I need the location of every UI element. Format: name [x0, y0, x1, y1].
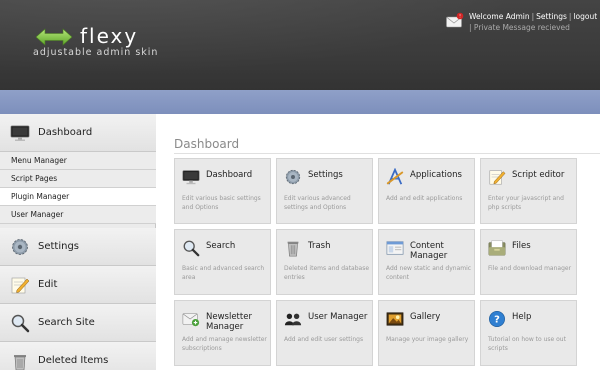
sidebar-subitem-script-pages[interactable]: Script Pages — [0, 170, 156, 188]
svg-text:?: ? — [494, 315, 500, 326]
trash-icon — [287, 241, 299, 257]
monitor-icon — [182, 170, 200, 185]
tile-newsletter-manager[interactable]: Newsletter Manager Add and manage newsle… — [174, 300, 271, 366]
blue-bar — [0, 90, 600, 114]
tile-title: Settings — [308, 170, 343, 180]
tile-description: Tutorial on how to use out scripts — [488, 336, 566, 352]
trash-icon — [14, 354, 26, 370]
tile-files[interactable]: Files File and download manager — [480, 229, 577, 295]
settings-link[interactable]: Settings — [536, 12, 567, 21]
tile-title: Gallery — [410, 312, 441, 322]
tile-user-manager[interactable]: User Manager Add and edit user settings — [276, 300, 373, 366]
search-icon — [183, 240, 200, 257]
tile-title: Dashboard — [206, 170, 253, 180]
tile-dashboard[interactable]: Dashboard Edit various basic settings an… — [174, 158, 271, 224]
tile-description: Deleted items and database entries — [284, 265, 370, 281]
private-message-notice[interactable]: | Private Message recieved — [469, 23, 570, 32]
tile-description: Edit various basic settings and Options — [182, 195, 261, 211]
sidebar-item-deleted[interactable]: Deleted Items — [0, 342, 156, 370]
sidebar-item-search[interactable]: Search Site — [0, 304, 156, 342]
sidebar-item-label: Deleted Items — [38, 355, 109, 366]
sidebar-item-dashboard[interactable]: Dashboard — [0, 114, 156, 152]
search-icon — [11, 314, 30, 332]
pencil-icon — [489, 170, 506, 185]
nav-separator: | — [568, 12, 572, 21]
applications-icon — [386, 168, 404, 185]
sidebar-item-label: Settings — [38, 241, 80, 252]
page-title: Dashboard — [174, 137, 240, 151]
gallery-icon — [386, 312, 404, 326]
tile-search[interactable]: Search Basic and advanced search area — [174, 229, 271, 295]
tile-description: Edit various advanced settings and Optio… — [284, 195, 351, 211]
monitor-icon — [10, 125, 30, 141]
tile-title: User Manager — [308, 312, 368, 322]
edit-icon — [11, 277, 30, 293]
sidebar: Dashboard Menu Manager Script Pages Plug… — [0, 114, 156, 370]
tile-description: Enter your javascript and php scripts — [488, 195, 564, 211]
tile-description: Add new static and dynamic content — [386, 265, 472, 281]
tile-title: Files — [512, 241, 531, 251]
sidebar-item-label: Search Site — [38, 317, 95, 328]
tile-settings[interactable]: Settings Edit various advanced settings … — [276, 158, 373, 224]
sidebar-item-label: Edit — [38, 279, 58, 290]
content-icon — [386, 241, 404, 255]
private-message-text: Private Message recieved — [473, 23, 570, 32]
tile-title: Script editor — [512, 170, 565, 180]
tile-applications[interactable]: Applications Add and edit applications — [378, 158, 475, 224]
tile-script-editor[interactable]: Script editor Enter your javascript and … — [480, 158, 577, 224]
gear-icon — [285, 169, 301, 185]
tile-description: Add and edit user settings — [284, 336, 364, 343]
brand-tagline: adjustable admin skin — [33, 47, 159, 58]
mail-icon[interactable]: ! — [446, 12, 464, 30]
tile-gallery[interactable]: Gallery Manage your image gallery — [378, 300, 475, 366]
newsletter-icon — [182, 313, 200, 327]
tile-description: Add and manage newsletter subscriptions — [182, 336, 267, 352]
tile-description: Manage your image gallery — [386, 336, 469, 343]
tile-description: Add and edit applications — [386, 195, 463, 202]
tile-content-manager[interactable]: Content Manager Add new static and dynam… — [378, 229, 475, 295]
tile-title: Help — [512, 312, 532, 322]
header: flexy adjustable admin skin ! Welcome Ad… — [0, 0, 600, 90]
sidebar-item-edit[interactable]: Edit — [0, 266, 156, 304]
tile-help[interactable]: ? Help Tutorial on how to use out script… — [480, 300, 577, 366]
title-divider — [174, 153, 600, 154]
tile-description: File and download manager — [488, 265, 572, 272]
logout-link[interactable]: logout — [573, 12, 597, 21]
svg-text:!: ! — [459, 14, 461, 20]
tile-description: Basic and advanced search area — [182, 265, 265, 281]
gear-icon — [12, 238, 28, 255]
tile-title: Newsletter Manager — [206, 312, 252, 332]
sidebar-subitem-plugin-manager[interactable]: Plugin Manager — [0, 188, 156, 206]
tile-title: Search — [206, 241, 236, 251]
sidebar-item-label: Dashboard — [38, 127, 93, 138]
sidebar-subitem-user-manager[interactable]: User Manager — [0, 206, 156, 224]
users-icon — [284, 313, 302, 326]
sidebar-item-settings[interactable]: Settings — [0, 228, 156, 266]
brand-name: flexy — [80, 24, 139, 48]
welcome-link[interactable]: Welcome Admin — [469, 12, 530, 21]
tile-title: Trash — [308, 241, 331, 251]
tile-trash[interactable]: Trash Deleted items and database entries — [276, 229, 373, 295]
logo-arrow-icon — [36, 28, 72, 46]
tile-title: Content Manager — [410, 241, 448, 261]
top-nav: Welcome Admin | Settings | logout — [469, 12, 597, 21]
files-icon — [488, 240, 506, 256]
tile-title: Applications — [410, 170, 462, 180]
help-icon: ? — [489, 311, 505, 327]
sidebar-subitem-menu-manager[interactable]: Menu Manager — [0, 152, 156, 170]
nav-separator: | — [531, 12, 535, 21]
